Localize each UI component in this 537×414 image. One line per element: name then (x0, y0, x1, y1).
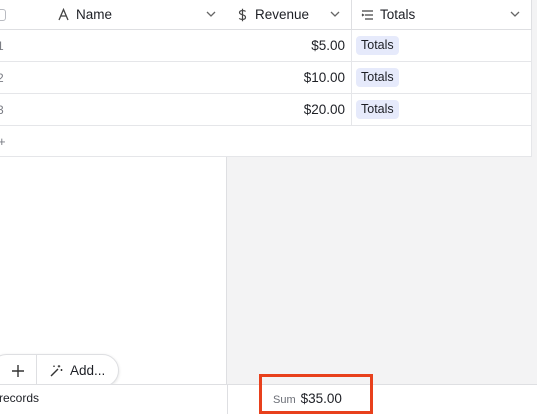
grid-view: Name Revenue Totals 1 $5.00 Totals 2 $10… (0, 0, 537, 414)
revenue-cell[interactable]: $5.00 (227, 30, 352, 62)
totals-pill: Totals (356, 36, 399, 55)
add-field-button[interactable]: Add... (37, 355, 118, 386)
add-record-icon[interactable]: + (0, 134, 6, 149)
column-header-name[interactable]: Name (0, 0, 227, 30)
column-header-revenue[interactable]: Revenue (227, 0, 352, 30)
totals-cell[interactable]: Totals (352, 62, 532, 94)
add-field-label: Add... (70, 363, 106, 378)
plus-icon (11, 364, 24, 377)
add-floating-bar: Add... (0, 354, 120, 387)
totals-cell[interactable]: Totals (352, 94, 532, 126)
currency-icon (235, 8, 249, 22)
chevron-down-icon[interactable] (329, 8, 341, 20)
text-field-icon (56, 8, 70, 22)
totals-pill: Totals (356, 68, 399, 87)
revenue-cell[interactable]: $20.00 (227, 94, 352, 126)
row-number: 1 (0, 39, 4, 53)
add-record-row[interactable]: + (0, 126, 227, 157)
chevron-down-icon[interactable] (205, 8, 217, 20)
totals-cell[interactable]: Totals (352, 30, 532, 62)
add-record-button[interactable] (0, 355, 37, 386)
table-row[interactable]: 3 (0, 94, 227, 126)
totals-pill: Totals (356, 100, 399, 119)
row-number: 3 (0, 103, 4, 117)
add-record-row-extension[interactable] (227, 126, 532, 157)
table-row[interactable]: 2 (0, 62, 227, 94)
column-header-label: Totals (380, 7, 416, 22)
column-header-label: Revenue (255, 7, 310, 22)
chevron-down-icon[interactable] (509, 8, 521, 20)
summary-divider (227, 385, 228, 414)
table-row[interactable]: 1 (0, 30, 227, 62)
record-count: records (0, 391, 40, 405)
revenue-cell[interactable]: $10.00 (227, 62, 352, 94)
column-header-totals[interactable]: Totals (352, 0, 532, 30)
select-all-checkbox[interactable] (0, 9, 6, 21)
annotation-highlight-box (259, 374, 373, 414)
column-header-label: Name (76, 7, 113, 22)
row-number: 2 (0, 71, 4, 85)
rollup-icon (360, 8, 374, 22)
magic-wand-icon (50, 364, 63, 376)
